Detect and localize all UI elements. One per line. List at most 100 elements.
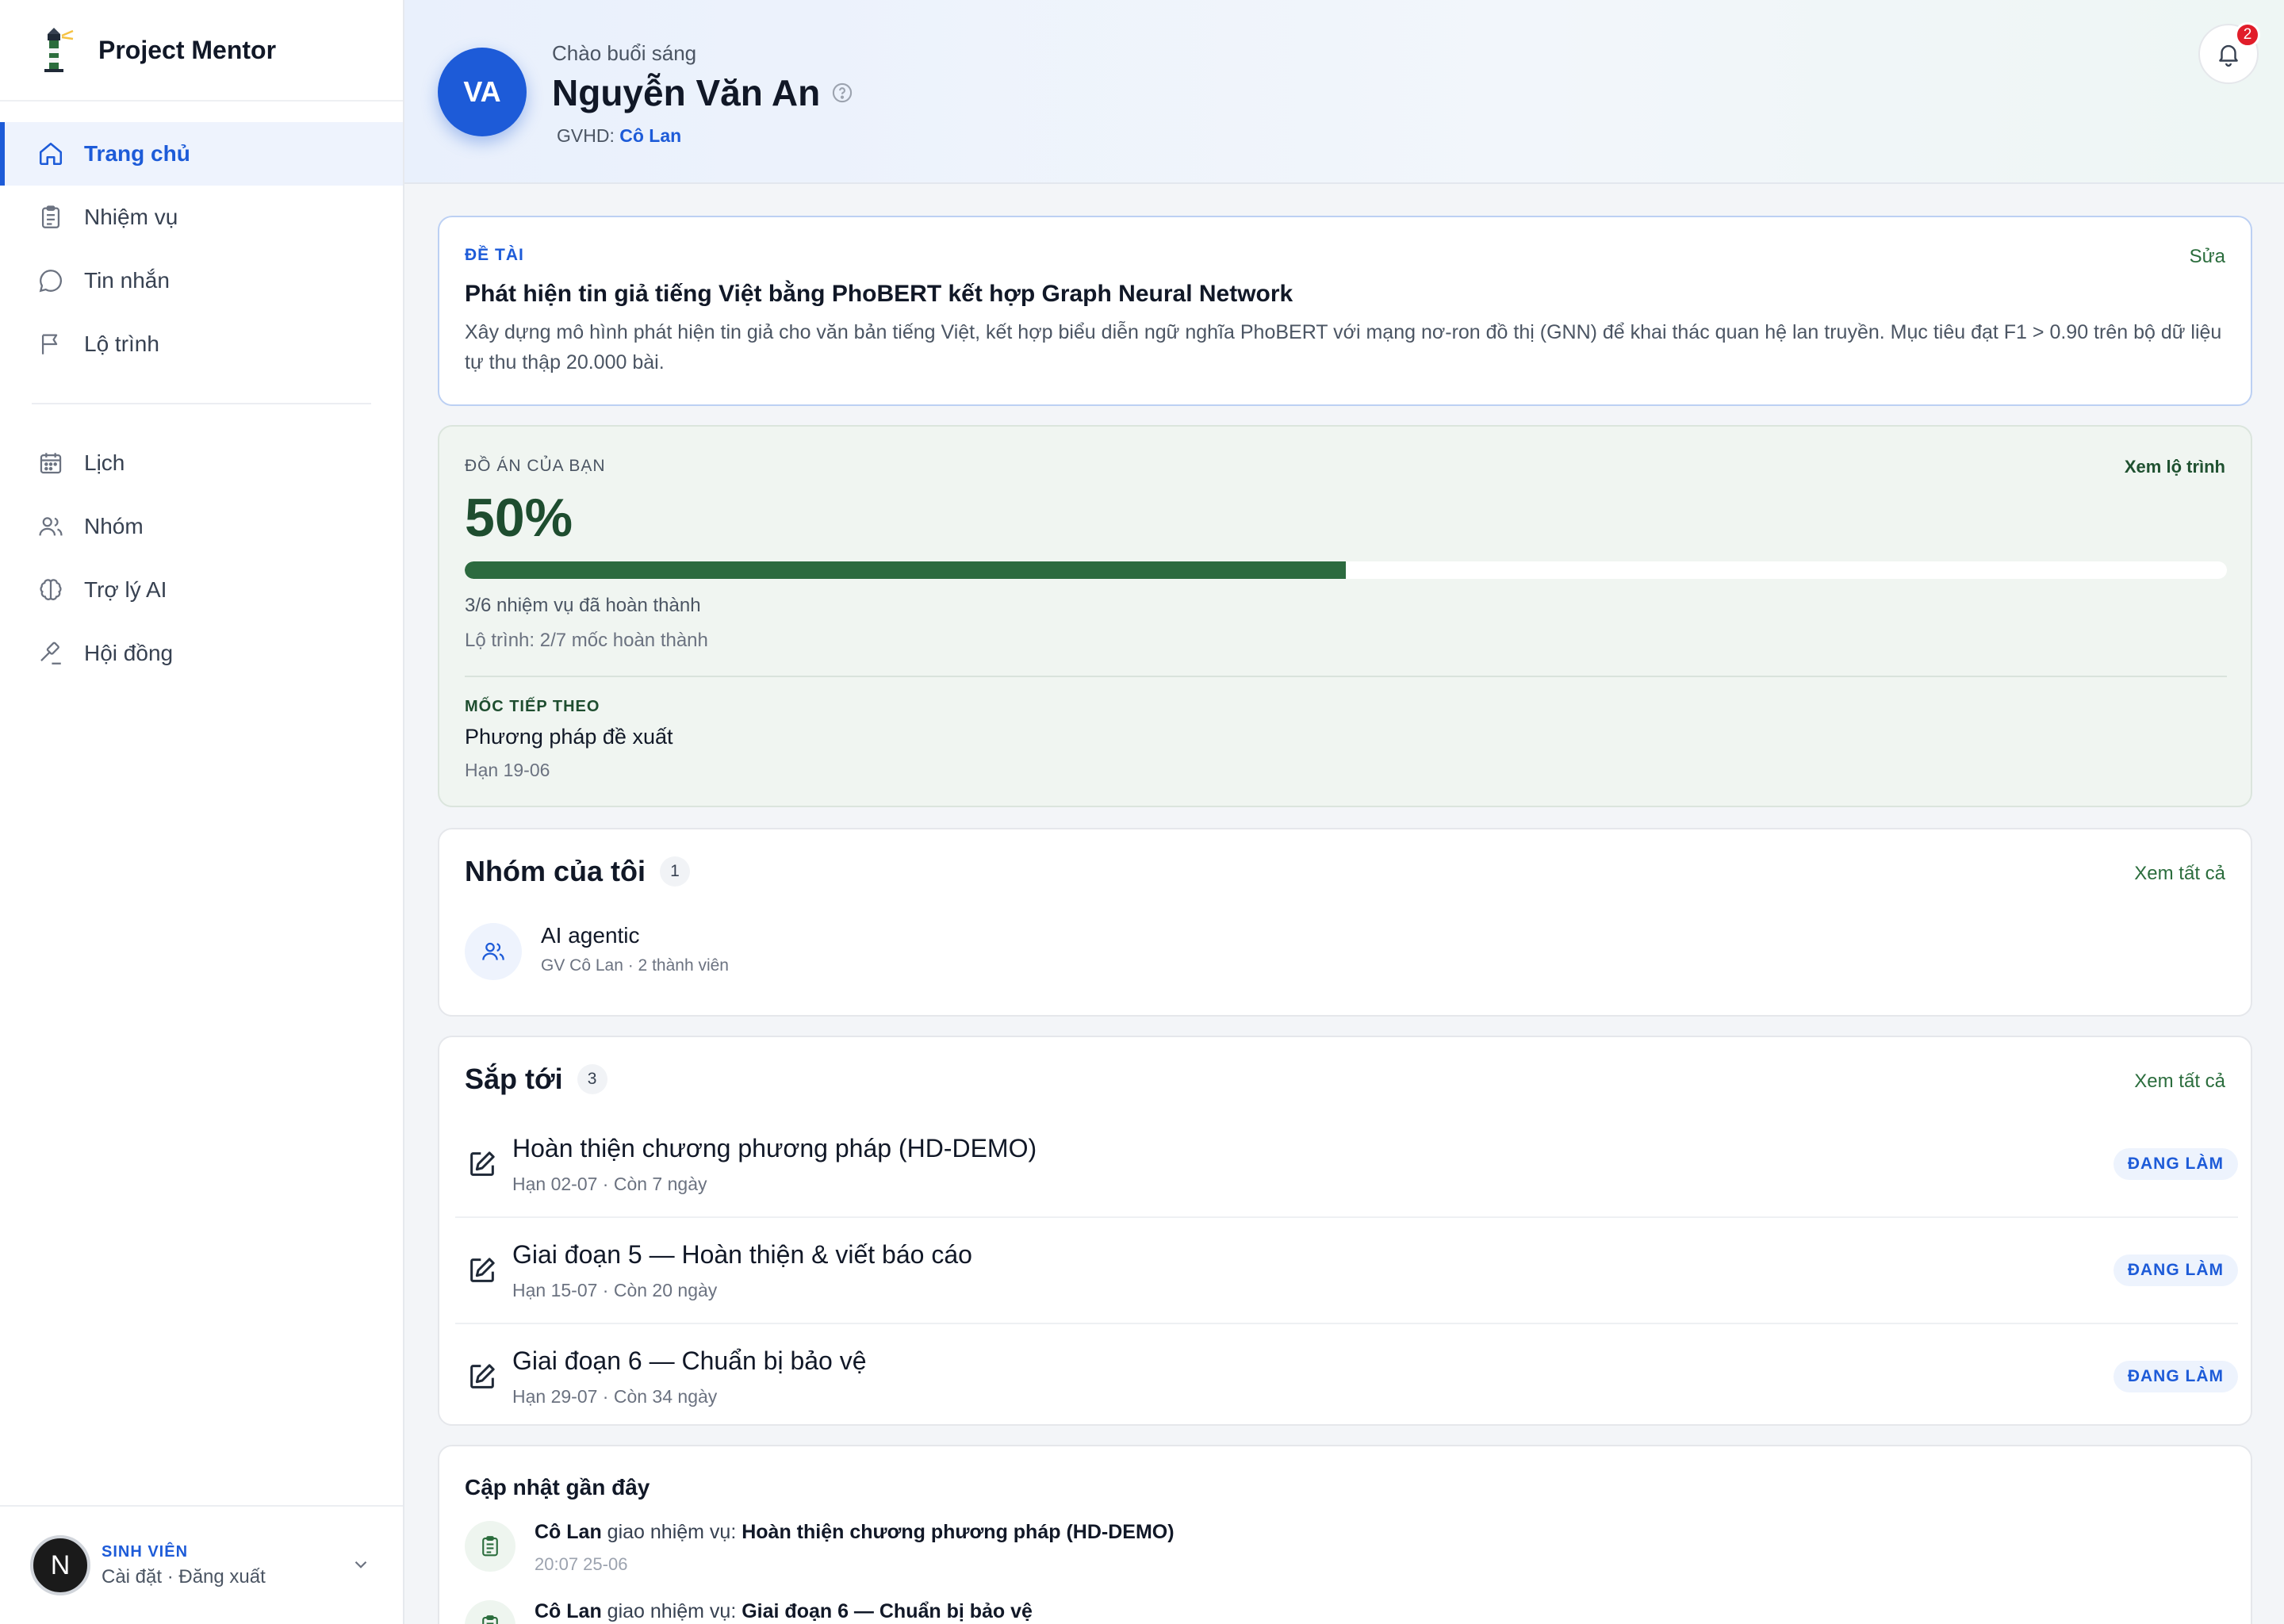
sidebar-item-council[interactable]: Hội đồng [0, 622, 403, 685]
sidebar: Project Mentor Trang chủ Nhiệm vụ Tin nh… [0, 0, 404, 1624]
sidebar-item-label: Lịch [84, 450, 125, 475]
topic-description: Xây dựng mô hình phát hiện tin giả cho v… [465, 321, 2222, 373]
help-circle-icon[interactable] [831, 82, 853, 104]
progress-percent: 50% [465, 488, 573, 548]
section-title: Nhóm của tôi 1 [465, 855, 691, 888]
gavel-icon [36, 639, 65, 668]
user-links[interactable]: Cài đặt · Đăng xuất [102, 1566, 266, 1588]
topic-tag: ĐỀ TÀI [465, 246, 524, 264]
next-milestone-due: Hạn 19-06 [465, 760, 550, 780]
chat-bubble-icon [36, 266, 65, 295]
advisor-label: GVHD: [557, 125, 615, 146]
clipboard-icon [36, 203, 65, 232]
sidebar-item-label: Trang chủ [84, 141, 190, 166]
sidebar-nav: Trang chủ Nhiệm vụ Tin nhắn Lộ trình Lịc… [0, 102, 403, 685]
clipboard-icon [465, 1521, 515, 1572]
notification-count-badge: 2 [2235, 22, 2260, 48]
sidebar-item-ai-assistant[interactable]: Trợ lý AI [0, 558, 403, 622]
next-milestone-title: Phương pháp đề xuất [465, 725, 673, 749]
update-text: Cô Lan giao nhiệm vụ: Hoàn thiện chương … [535, 1521, 1175, 1544]
progress-bar-fill [465, 561, 1346, 579]
avatar: N [30, 1535, 90, 1595]
advisor-name[interactable]: Cô Lan [619, 125, 681, 146]
sidebar-item-tasks[interactable]: Nhiệm vụ [0, 186, 403, 249]
topic-title: Phát hiện tin giả tiếng Việt bằng PhoBER… [465, 281, 1293, 307]
upcoming-title: Sắp tới [465, 1063, 563, 1095]
user-info: SINH VIÊN Cài đặt · Đăng xuất [102, 1543, 266, 1588]
status-badge: ĐANG LÀM [2113, 1148, 2238, 1180]
main-content: VA Chào buổi sáng Nguyễn Văn An GVHD: Cô… [404, 0, 2284, 1624]
upcoming-card: Sắp tới 3 Xem tất cả Hoàn thiện chương p… [438, 1036, 2252, 1426]
update-item[interactable]: Cô Lan giao nhiệm vụ: Hoàn thiện chương … [465, 1521, 2225, 1584]
status-badge: ĐANG LÀM [2113, 1361, 2238, 1392]
topic-card: ĐỀ TÀI Sửa Phát hiện tin giả tiếng Việt … [438, 216, 2252, 406]
update-target: Giai đoạn 6 — Chuẩn bị bảo vệ [742, 1600, 1033, 1622]
task-row[interactable]: Giai đoạn 6 — Chuẩn bị bảo vệ Hạn 29-07 … [455, 1326, 2238, 1431]
user-menu[interactable]: N SINH VIÊN Cài đặt · Đăng xuất [0, 1505, 403, 1624]
milestones-done-text: Lộ trình: 2/7 mốc hoàn thành [465, 630, 708, 651]
sidebar-item-groups[interactable]: Nhóm [0, 495, 403, 558]
update-actor: Cô Lan [535, 1600, 602, 1622]
update-time: 20:07 25-06 [535, 1554, 628, 1574]
task-title: Giai đoạn 5 — Hoàn thiện & viết báo cáo [512, 1240, 972, 1269]
update-action: giao nhiệm vụ: [607, 1600, 737, 1622]
sidebar-item-label: Trợ lý AI [84, 577, 167, 602]
chevron-down-icon[interactable] [351, 1554, 371, 1575]
divider [465, 676, 2227, 677]
sidebar-item-home[interactable]: Trang chủ [0, 122, 403, 186]
flag-icon [36, 330, 65, 358]
sidebar-item-label: Hội đồng [84, 641, 174, 665]
section-title: Sắp tới 3 [465, 1063, 607, 1096]
home-icon [36, 140, 65, 168]
sidebar-item-calendar[interactable]: Lịch [0, 431, 403, 495]
sidebar-item-label: Nhóm [84, 514, 144, 538]
users-icon [36, 512, 65, 541]
student-name: Nguyễn Văn An [552, 72, 821, 113]
edit-topic-link[interactable]: Sửa [2190, 246, 2225, 268]
bell-icon [2219, 44, 2238, 67]
sidebar-item-label: Nhiệm vụ [84, 205, 178, 229]
notifications-button[interactable]: 2 [2198, 22, 2260, 84]
page-title: Nguyễn Văn An [552, 71, 853, 114]
upcoming-count: 3 [577, 1064, 607, 1094]
view-roadmap-link[interactable]: Xem lộ trình [2125, 457, 2225, 477]
update-actor: Cô Lan [535, 1521, 602, 1543]
update-target: Hoàn thiện chương phương pháp (HD-DEMO) [742, 1521, 1175, 1543]
recent-updates-card: Cập nhật gần đây Cô Lan giao nhiệm vụ: H… [438, 1445, 2252, 1624]
upcoming-see-all-link[interactable]: Xem tất cả [2134, 1071, 2225, 1093]
next-milestone-tag: MỐC TIẾP THEO [465, 698, 600, 715]
task-meta: Hạn 29-07 · Còn 34 ngày [512, 1386, 718, 1407]
update-action: giao nhiệm vụ: [607, 1521, 737, 1543]
updates-title: Cập nhật gần đây [465, 1475, 650, 1500]
task-title: Giai đoạn 6 — Chuẩn bị bảo vệ [512, 1346, 867, 1375]
brand[interactable]: Project Mentor [0, 0, 403, 102]
edit-icon [470, 1151, 495, 1176]
update-text: Cô Lan giao nhiệm vụ: Giai đoạn 6 — Chuẩ… [535, 1600, 1033, 1623]
nav-divider [32, 403, 371, 404]
progress-bar [465, 561, 2227, 579]
user-role: SINH VIÊN [102, 1542, 189, 1561]
sidebar-item-roadmap[interactable]: Lộ trình [0, 312, 403, 376]
profile-avatar[interactable]: VA [438, 48, 527, 136]
my-groups-card: Nhóm của tôi 1 Xem tất cả AI agentic GV … [438, 828, 2252, 1017]
sidebar-item-label: Tin nhắn [84, 268, 170, 293]
groups-see-all-link[interactable]: Xem tất cả [2134, 863, 2225, 885]
sidebar-item-label: Lộ trình [84, 331, 159, 356]
lighthouse-logo-icon [44, 28, 74, 72]
task-row[interactable]: Hoàn thiện chương phương pháp (HD-DEMO) … [455, 1113, 2238, 1218]
progress-tag: ĐỒ ÁN CỦA BẠN [465, 457, 606, 475]
update-item[interactable]: Cô Lan giao nhiệm vụ: Giai đoạn 6 — Chuẩ… [465, 1600, 2225, 1624]
page-header: VA Chào buổi sáng Nguyễn Văn An GVHD: Cô… [404, 0, 2284, 184]
groups-title: Nhóm của tôi [465, 855, 646, 887]
sidebar-item-messages[interactable]: Tin nhắn [0, 249, 403, 312]
greeting: Chào buổi sáng [552, 41, 697, 65]
task-row[interactable]: Giai đoạn 5 — Hoàn thiện & viết báo cáo … [455, 1220, 2238, 1324]
task-meta: Hạn 02-07 · Còn 7 ngày [512, 1174, 707, 1194]
task-title: Hoàn thiện chương phương pháp (HD-DEMO) [512, 1134, 1037, 1162]
task-meta: Hạn 15-07 · Còn 20 ngày [512, 1280, 718, 1300]
calendar-icon [36, 449, 65, 477]
clipboard-icon [465, 1600, 515, 1624]
groups-count: 1 [660, 856, 691, 887]
group-meta: GV Cô Lan · 2 thành viên [541, 956, 729, 975]
brand-name: Project Mentor [98, 35, 277, 64]
